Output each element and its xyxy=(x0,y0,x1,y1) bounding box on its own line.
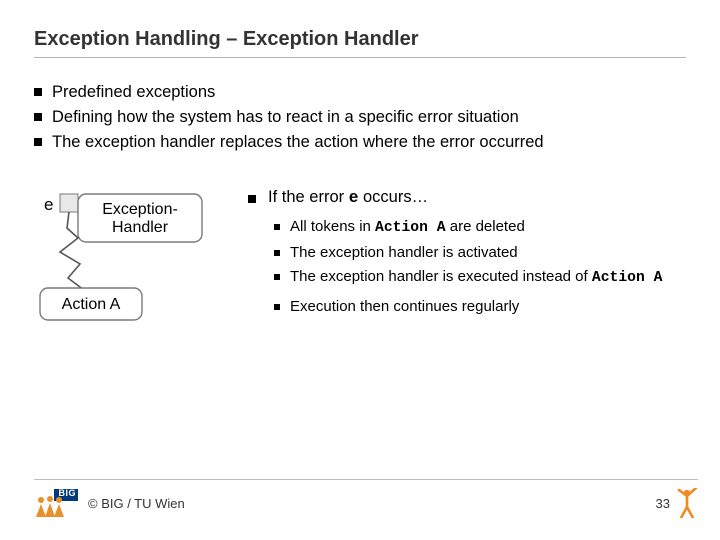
bullet-text: Predefined exceptions xyxy=(52,80,215,105)
bullet-square-icon xyxy=(34,113,42,121)
list-item: The exception handler is executed instea… xyxy=(274,267,686,289)
sub-text: The exception handler is activated xyxy=(290,243,518,263)
slide: Exception Handling – Exception Handler P… xyxy=(0,0,720,540)
big-logo: BIG xyxy=(34,489,78,517)
bullet-square-icon xyxy=(248,195,256,203)
people-icon xyxy=(34,495,70,517)
text-fragment: The exception handler is executed instea… xyxy=(290,268,592,285)
slide-title: Exception Handling – Exception Handler xyxy=(34,28,686,58)
bullet-text: Defining how the system has to react in … xyxy=(52,105,519,130)
footer: BIG © BIG / TU Wien 33 xyxy=(34,479,698,518)
list-item: Defining how the system has to react in … xyxy=(34,105,686,130)
bullet-square-icon xyxy=(274,304,280,310)
bullet-square-icon xyxy=(274,224,280,230)
right-column: If the error e occurs… All tokens in Act… xyxy=(248,184,686,321)
event-label: e xyxy=(44,195,53,214)
page-number: 33 xyxy=(656,496,670,511)
bullet-square-icon xyxy=(34,138,42,146)
list-item: Execution then continues regularly xyxy=(274,297,686,317)
event-port-icon xyxy=(60,194,78,212)
right-main-text: If the error e occurs… xyxy=(268,188,428,207)
sub-text: Execution then continues regularly xyxy=(290,297,519,317)
handler-label-1: Exception- xyxy=(102,201,178,218)
footer-org: © BIG / TU Wien xyxy=(88,496,185,511)
bullet-square-icon xyxy=(274,274,280,280)
handler-label-2: Handler xyxy=(112,219,169,236)
list-item: The exception handler is activated xyxy=(274,243,686,263)
text-fragment: occurs… xyxy=(358,188,428,206)
code-fragment: e xyxy=(349,189,359,207)
text-fragment: All tokens in xyxy=(290,218,375,235)
text-fragment: The exception handler is activated xyxy=(290,244,518,261)
list-item: Predefined exceptions xyxy=(34,80,686,105)
diagram-svg: e Exception- Handler Action A xyxy=(34,188,220,328)
sub-text: All tokens in Action A are deleted xyxy=(290,217,525,239)
text-fragment: If the error xyxy=(268,188,349,206)
exception-handler-diagram: e Exception- Handler Action A xyxy=(34,188,220,333)
person-reaching-icon xyxy=(676,488,698,518)
text-fragment: Execution then continues regularly xyxy=(290,298,519,315)
list-item: If the error e occurs… xyxy=(248,188,686,207)
list-item: The exception handler replaces the actio… xyxy=(34,130,686,155)
text-fragment: are deleted xyxy=(446,218,525,235)
list-item: All tokens in Action A are deleted xyxy=(274,217,686,239)
bullet-square-icon xyxy=(34,88,42,96)
bullet-text: The exception handler replaces the actio… xyxy=(52,130,544,155)
bullet-square-icon xyxy=(274,250,280,256)
top-bullet-list: Predefined exceptions Defining how the s… xyxy=(34,80,686,154)
action-label: Action A xyxy=(62,296,121,313)
content-row: e Exception- Handler Action A If the err… xyxy=(34,184,686,333)
footer-right: 33 xyxy=(656,488,698,518)
sub-text: The exception handler is executed instea… xyxy=(290,267,662,289)
footer-left: BIG © BIG / TU Wien xyxy=(34,489,185,517)
code-fragment: Action A xyxy=(375,220,446,236)
code-fragment: Action A xyxy=(592,270,663,286)
